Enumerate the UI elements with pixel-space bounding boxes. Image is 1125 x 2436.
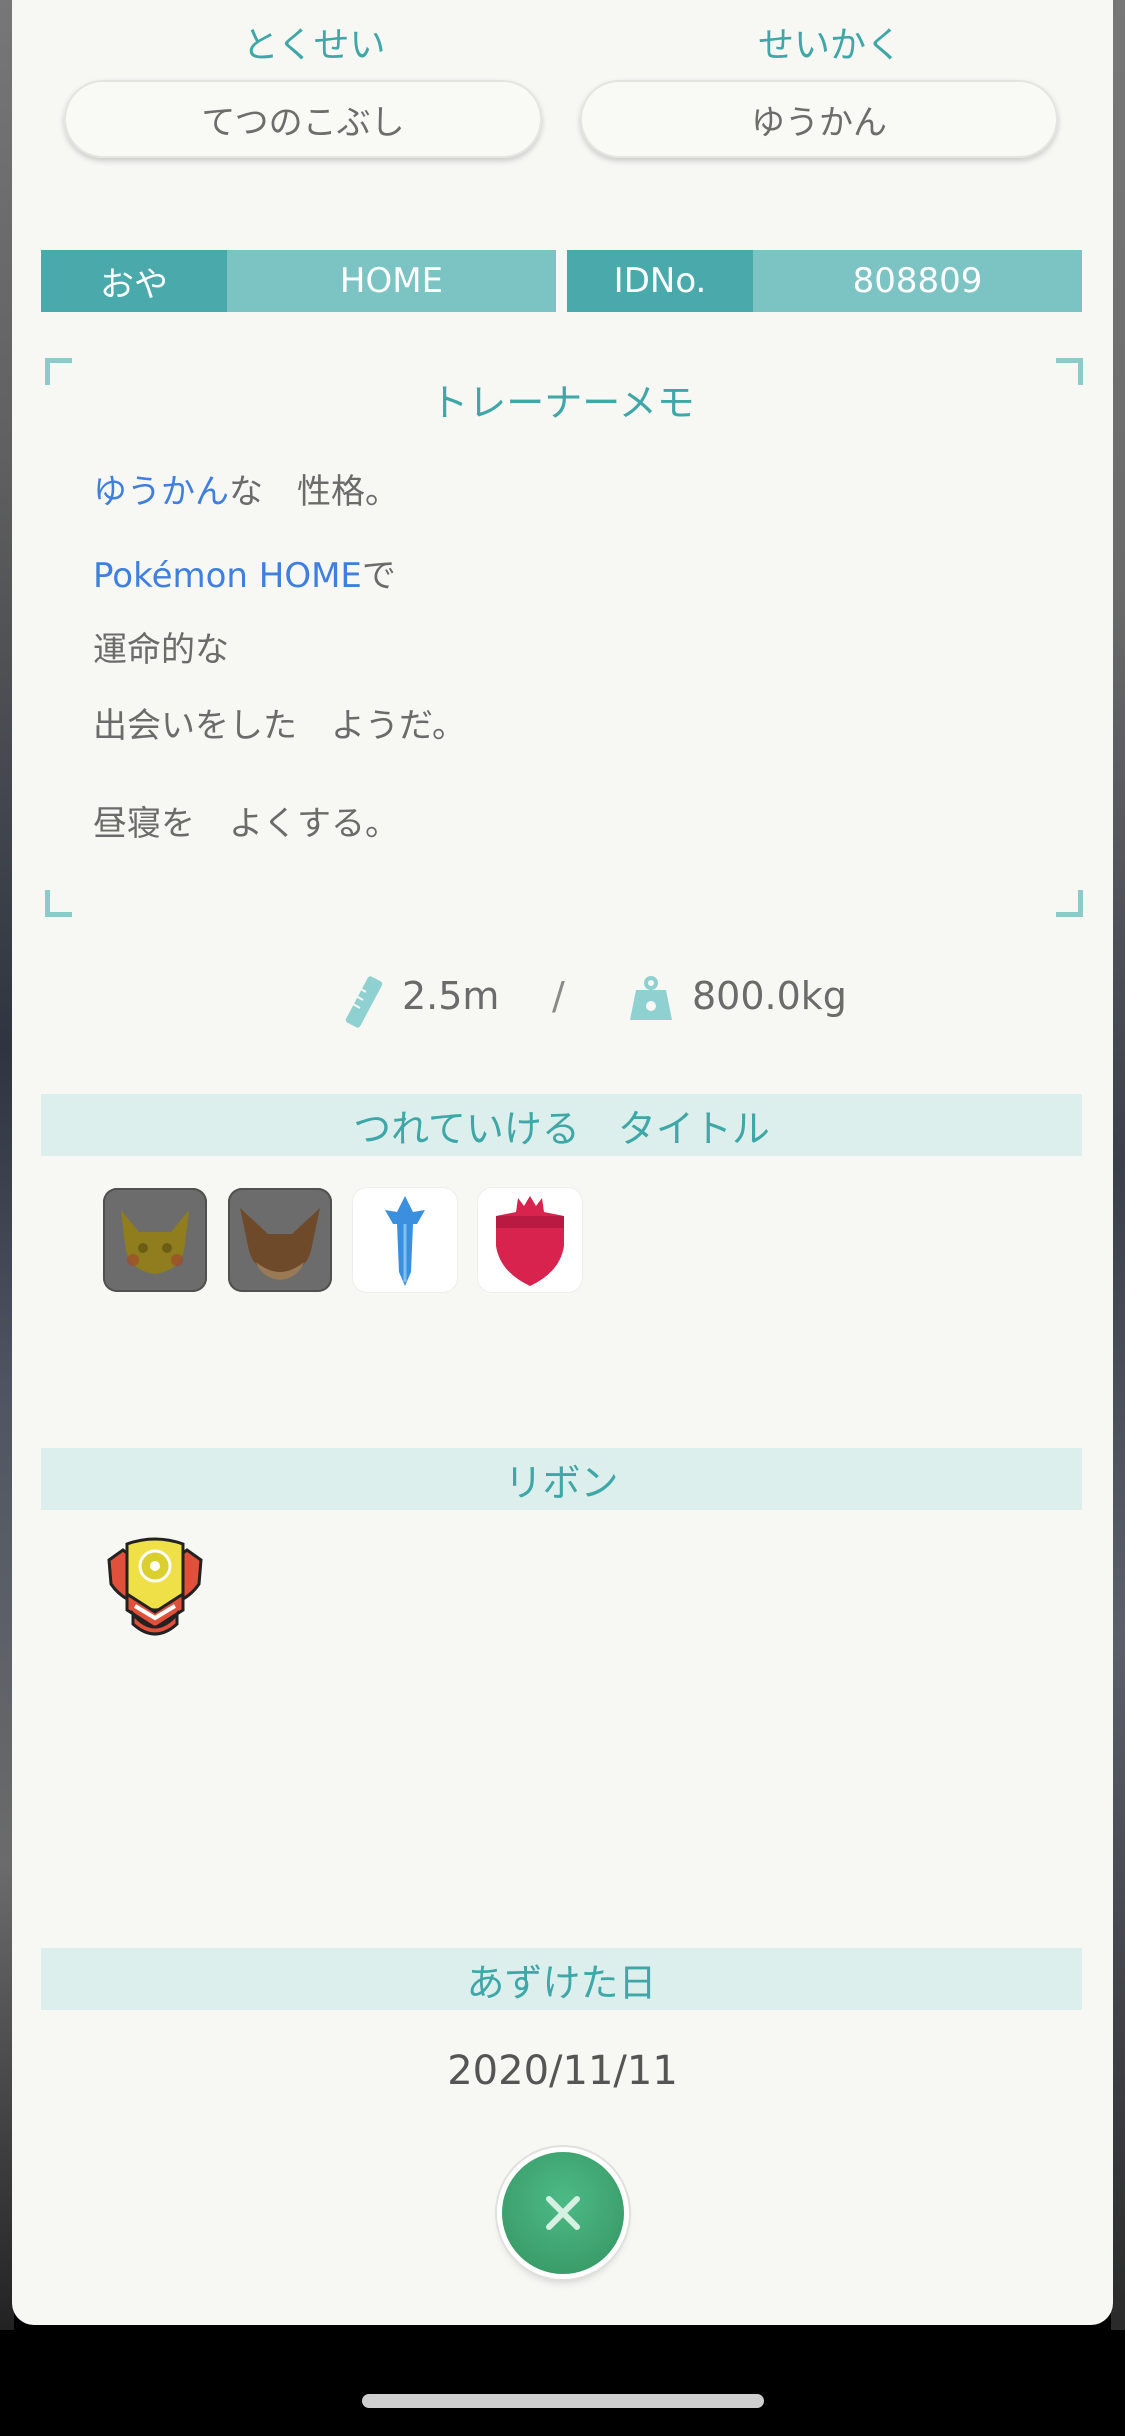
sword-title-icon[interactable] — [353, 1188, 457, 1292]
ribbons-header: リボン — [41, 1448, 1082, 1510]
nature-value[interactable]: ゆうかん — [580, 80, 1058, 158]
eevee-title-icon[interactable] — [228, 1188, 332, 1292]
titles-header: つれていける タイトル — [41, 1094, 1082, 1156]
background-right — [1111, 0, 1125, 2330]
memo-line-5: 昼寝を よくする。 — [93, 804, 399, 844]
ruler-icon — [345, 976, 383, 1028]
ability-value[interactable]: てつのこぶし — [64, 80, 542, 158]
memo-line-3: 運命的な — [93, 630, 229, 670]
id-bar: IDNo. 808809 — [567, 250, 1082, 312]
ability-label: とくせい — [242, 25, 386, 66]
close-button[interactable] — [502, 2152, 624, 2274]
home-indicator[interactable] — [362, 2394, 764, 2408]
ot-label: おや — [41, 250, 227, 312]
home-ribbon-icon[interactable] — [103, 1532, 207, 1642]
weight-value: 800.0kg — [692, 974, 847, 1018]
ot-bar: おや HOME — [41, 250, 556, 312]
pikachu-title-icon[interactable] — [103, 1188, 207, 1292]
memo-nature-highlight: ゆうかん — [93, 472, 229, 512]
id-value: 808809 — [753, 250, 1082, 312]
nature-label: せいかく — [757, 25, 902, 66]
size-stats: 2.5m / 800.0kg — [12, 970, 1113, 1030]
deposited-date-header: あずけた日 — [41, 1948, 1082, 2010]
weight-icon — [630, 976, 672, 1020]
id-label: IDNo. — [567, 250, 753, 312]
memo-corner-bottom-right — [1056, 890, 1083, 917]
memo-line-1-rest: な 性格。 — [229, 472, 399, 512]
memo-line-4: 出会いをした ようだ。 — [93, 706, 466, 746]
memo-line-2-rest: で — [361, 556, 396, 596]
ot-value: HOME — [227, 250, 556, 312]
detail-sheet[interactable]: とくせい せいかく てつのこぶし ゆうかん おや HOME IDNo. 8088… — [12, 0, 1113, 2325]
deposited-date-value: 2020/11/11 — [447, 2048, 678, 2094]
close-icon — [546, 2196, 580, 2230]
memo-corner-bottom-left — [45, 890, 72, 917]
memo-line-2: Pokémon HOMEで — [93, 548, 396, 597]
height-value: 2.5m — [402, 974, 500, 1018]
memo-location-highlight: Pokémon HOME — [93, 556, 362, 596]
trainer-memo-title: トレーナーメモ — [430, 381, 695, 425]
memo-line-1: ゆうかんな 性格。 — [93, 464, 399, 513]
shield-title-icon[interactable] — [478, 1188, 582, 1292]
stats-separator: / — [552, 974, 565, 1018]
